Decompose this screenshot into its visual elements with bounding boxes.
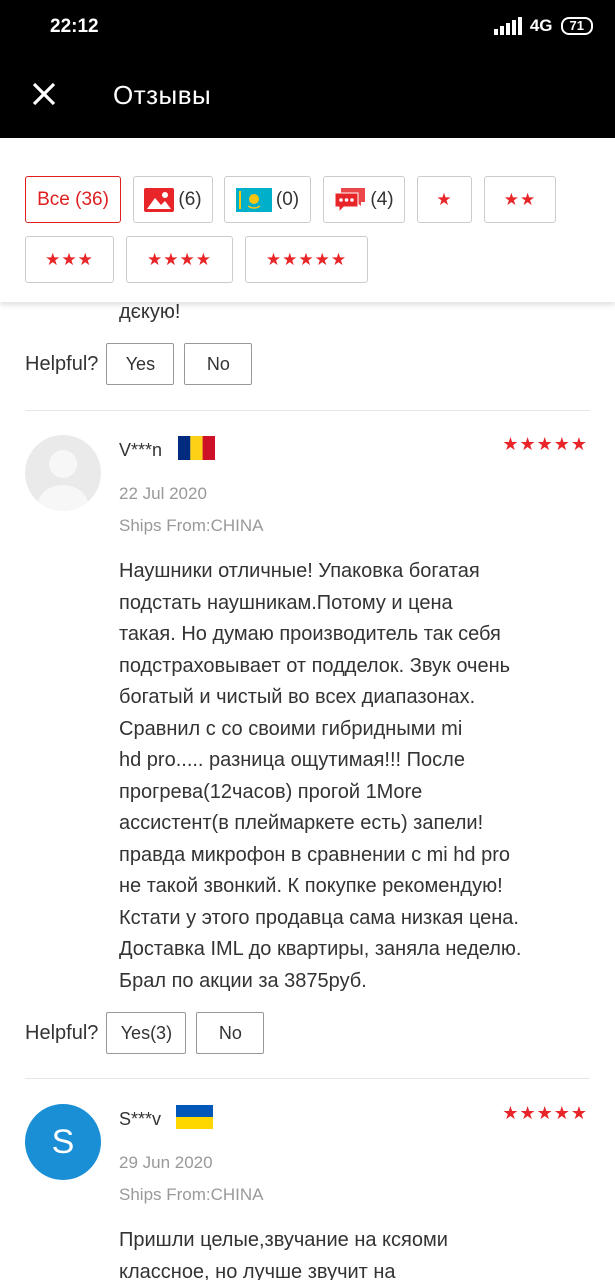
status-time: 22:12 [50,16,99,37]
review-text-line: прогрева(12часов) прогой 1More [119,780,423,803]
reviewer-name: S***v [119,1109,162,1129]
star-icon: ★★ [503,189,537,209]
status-icons: 4G 71 [493,16,593,36]
star-icon: ★★★★ [147,249,212,269]
filter-panel: Все (36) (6) (0) (4) ★ ★★ ★★★ ★★★★ ★★★★★ [0,138,615,302]
review-text-line: Кстати у этого продавца сама низкая цена… [119,906,519,929]
top-bar: 22:12 4G 71 Отзывы [0,0,615,138]
review-text-line: Наушники отличные! Упаковка богатая [119,560,480,582]
network-type: 4G [529,16,553,35]
default-user-icon [38,450,88,511]
filter-all[interactable]: Все (36) [25,176,121,223]
filter-local[interactable]: (0) [224,176,311,223]
filter-comments-count: (4) [370,188,394,210]
star-icon: ★★★ [45,249,94,269]
review-text-line: правда микрофон в сравнении с mi hd pro [119,843,511,866]
review-text-line: Доставка IML до квартиры, заняла неделю. [119,938,522,960]
filter-local-count: (0) [275,188,300,210]
helpful-label: Helpful? [25,1021,99,1044]
filter-2-stars[interactable]: ★★ [484,176,556,223]
helpful-no-button[interactable]: No [196,1012,265,1054]
battery-indicator: 71 [560,17,593,35]
divider [25,410,590,411]
review-text-line: Пришли целые,звучание на ксяоми [119,1229,448,1251]
review-text-line: такая. Но думаю производитель так себя [119,623,501,645]
close-icon [32,82,56,106]
review-list[interactable]: дєкую! Helpful? Yes No V***n ★★★★★ 22 Ju… [0,302,615,1280]
review-text-fragment: дєкую! [119,302,181,323]
comments-icon [334,187,366,213]
filter-comments[interactable]: (4) [323,176,405,223]
photo-icon [144,187,175,212]
helpful-yes-button[interactable]: Yes(3) [106,1012,187,1054]
filter-photos[interactable]: (6) [133,176,213,223]
reviewer-name: V***n [119,440,163,460]
review-text-line: Брал по акции за 3875руб. [119,969,367,992]
review-date: 29 Jun 2020 [119,1153,213,1172]
review-text-line: Сравнил с со своими гибридными mi [119,717,463,740]
review-text-line: подстраховывает от подделок. Звук очень [119,654,511,677]
divider [25,1078,590,1079]
helpful-label: Helpful? [25,352,99,375]
review-text-line: классное, но лучше звучит на [119,1260,396,1280]
filter-5-stars[interactable]: ★★★★★ [245,236,368,283]
review-text-line: ассистент(в плеймаркете есть) запели! [119,812,484,834]
romania-flag-icon [178,436,215,460]
review-date: 22 Jul 2020 [119,484,207,503]
filter-1-star[interactable]: ★ [417,176,472,223]
page-title: Отзывы [113,80,212,110]
review-text-line: богатый и чистый во всех диапазонах. [119,686,476,708]
star-icon: ★ [436,189,453,209]
ukraine-flag-icon [176,1105,213,1129]
avatar: S [25,1104,101,1180]
avatar [25,435,101,511]
filter-4-stars[interactable]: ★★★★ [126,236,233,283]
filter-all-label: Все (36) [37,188,109,210]
review-rating: ★★★★★ [502,434,588,454]
review-text-line: подстать наушникам.Потому и цена [119,591,453,614]
helpful-row: Helpful? Yes(3) No [25,1012,265,1054]
helpful-yes-button[interactable]: Yes [106,343,175,385]
filter-photos-count: (6) [178,188,202,210]
review-text-line: hd pro..... разница ощутимая!!! После [119,749,465,771]
review-text: Наушники отличные! Упаковка богатая подс… [119,556,594,997]
close-button[interactable] [30,80,58,108]
ships-from: Ships From:CHINA [119,1185,264,1204]
review-text-line: не такой звонкий. К покупке рекомендую! [119,875,503,897]
star-icon: ★★★★★ [265,249,348,269]
review-text: Пришли целые,звучание на ксяоми классное… [119,1225,594,1280]
kazakhstan-flag-icon [235,187,272,212]
helpful-no-button[interactable]: No [184,343,253,385]
signal-icon [493,17,522,35]
ships-from: Ships From:CHINA [119,516,264,535]
filter-3-stars[interactable]: ★★★ [25,236,114,283]
review-rating: ★★★★★ [502,1103,588,1123]
helpful-row: Helpful? Yes No [25,343,253,385]
